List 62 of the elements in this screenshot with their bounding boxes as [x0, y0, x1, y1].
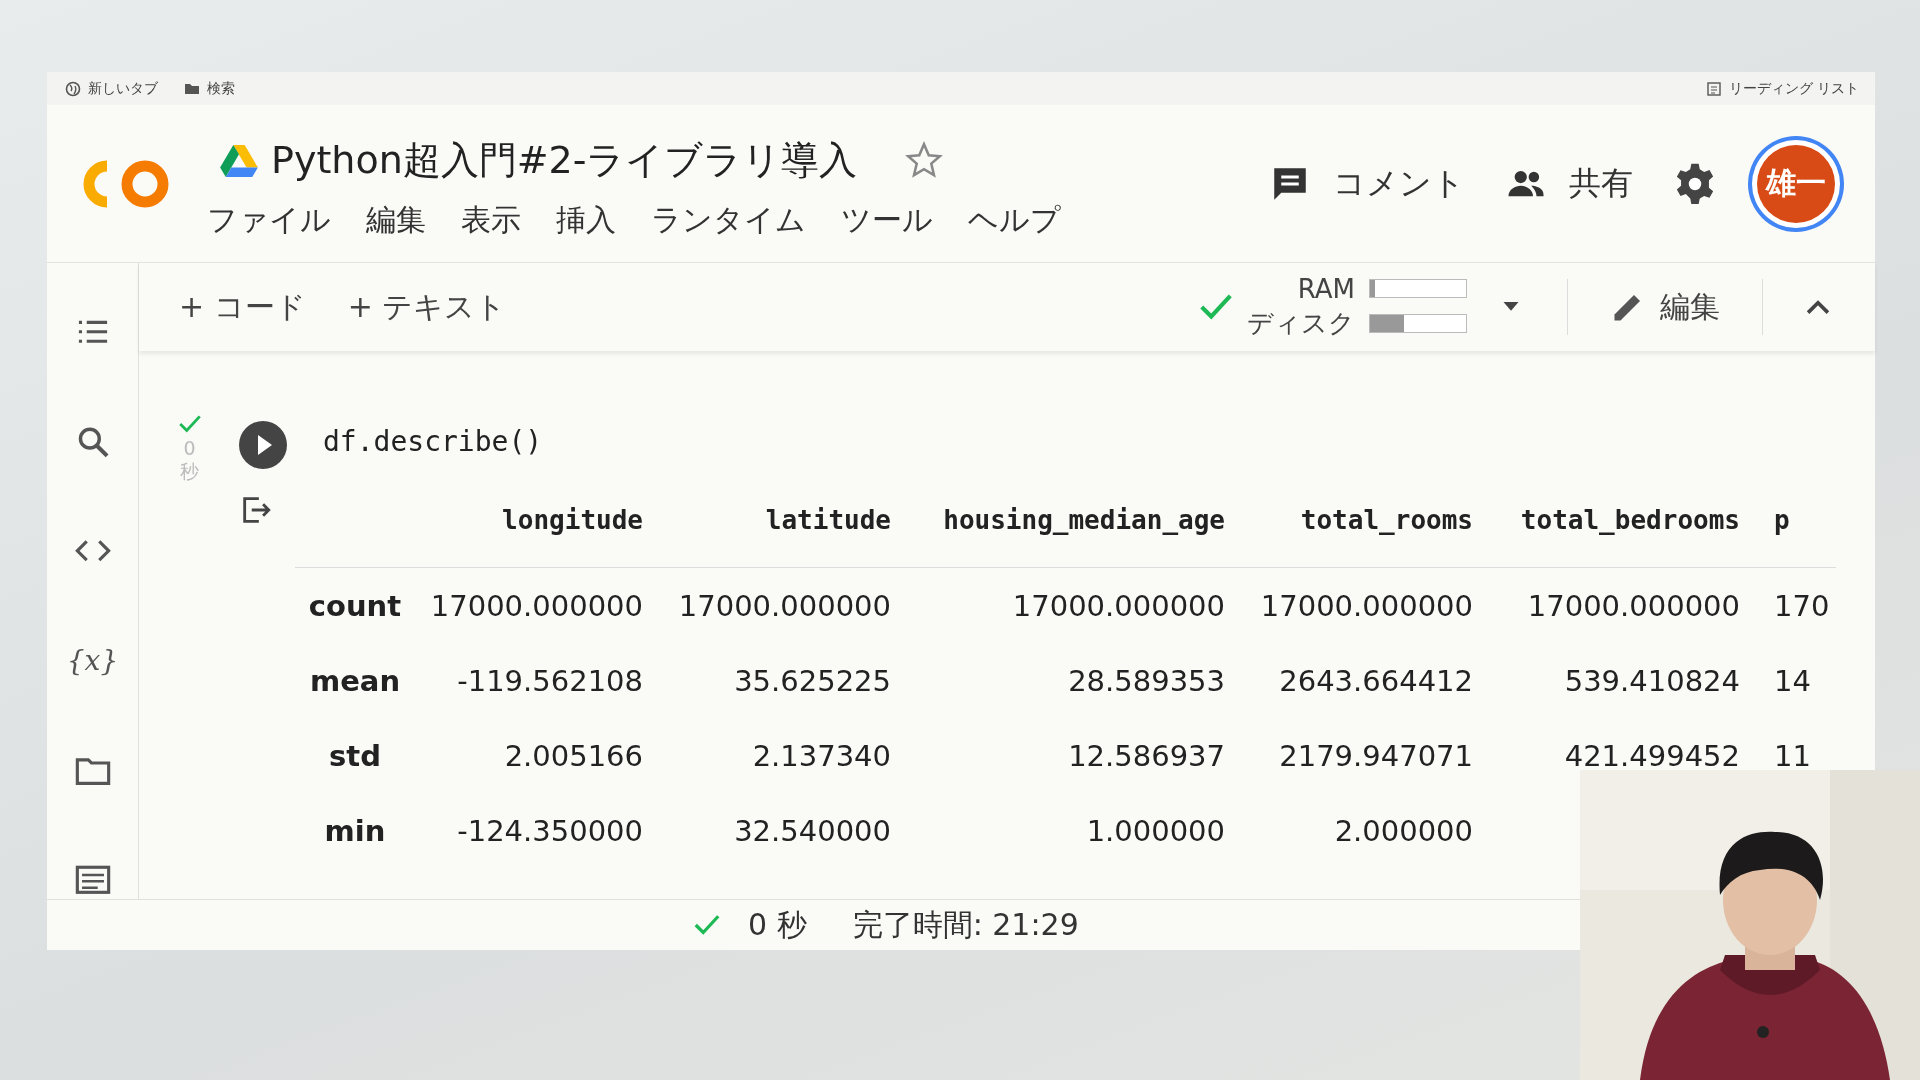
completion-time: 完了時間: 21:29 [852, 905, 1079, 944]
column-header: latitude [764, 505, 891, 535]
column-header: total_bedrooms [1519, 505, 1740, 535]
disk-label: ディスク [1247, 306, 1355, 340]
table-cell-text: 17000.000000 [677, 588, 891, 623]
table-cell-text: 17000.000000 [1526, 588, 1740, 623]
table-cell-text: 2643.664412 [1278, 663, 1473, 698]
globe-icon [65, 80, 81, 97]
table-cell-text: 28.589353 [1067, 663, 1225, 698]
table-cell-text: -119.562108 [456, 663, 643, 698]
row-header: min [323, 813, 387, 848]
table-cell-text: 17000.000000 [1259, 588, 1473, 623]
drive-icon [219, 143, 259, 177]
dropdown-icon[interactable] [1503, 302, 1519, 312]
column-header: longitude [501, 505, 643, 535]
add-text-button[interactable]: + テキスト [337, 286, 517, 328]
reading-list-link[interactable]: リーディング リスト [1705, 79, 1859, 98]
variables-icon[interactable]: {x} [66, 641, 119, 680]
table-cell-text: 32.540000 [733, 813, 891, 848]
menu-item[interactable]: 挿入 [556, 199, 616, 241]
code-line: df.describe() [323, 425, 543, 458]
table-cell-text: 2179.947071 [1278, 738, 1473, 773]
table-cell-text: 17000.000000 [429, 588, 643, 623]
menu-item[interactable]: 表示 [461, 199, 521, 241]
row-header: count [307, 588, 403, 623]
table-cell-text: 539.410824 [1563, 663, 1740, 698]
column-header: total_rooms [1299, 505, 1473, 535]
table-cell-text: 421.499452 [1563, 738, 1740, 773]
star-icon[interactable] [905, 141, 944, 179]
table-cell-text: 1.000000 [1085, 813, 1225, 848]
table-cell-text: 14 [1773, 663, 1812, 698]
menu-item[interactable]: ランタイム [651, 199, 806, 241]
table-cell-text: 2.005166 [503, 738, 643, 773]
add-code-button[interactable]: + コード [169, 286, 316, 328]
share-button[interactable]: 共有 [1505, 161, 1633, 206]
menu-item[interactable]: ツール [841, 199, 933, 241]
elapsed-unit: 秒 [180, 459, 199, 484]
comment-button[interactable]: コメント [1269, 161, 1465, 206]
elapsed-time: 0 [183, 437, 196, 459]
menu-item[interactable]: ヘルプ [968, 199, 1061, 241]
table-cell-text: 35.625225 [733, 663, 891, 698]
menu-item[interactable]: 編集 [366, 199, 426, 241]
table-cell-text: 170 [1773, 588, 1831, 623]
table-cell-text: 2.137340 [751, 738, 891, 773]
bookmark-link[interactable]: 新しいタブ [65, 79, 158, 98]
run-button[interactable] [239, 421, 287, 469]
table-cell-text: -124.350000 [456, 813, 643, 848]
row-header: std [328, 738, 382, 773]
menu-item[interactable]: ファイル [207, 199, 331, 241]
table-cell-text: 17000.000000 [1011, 588, 1225, 623]
ram-label: RAM [1297, 273, 1355, 304]
column-header: p [1773, 505, 1791, 535]
table-cell-text: 11 [1773, 738, 1812, 773]
column-header: housing_median_age [942, 505, 1225, 535]
notebook-title[interactable]: Python超入門#2-ライブラリ導入 [271, 134, 858, 186]
bookmark-link[interactable]: 検索 [184, 79, 235, 98]
edit-button[interactable]: 編集 [1600, 286, 1730, 328]
row-header: mean [308, 663, 402, 698]
reading-list-icon [1705, 80, 1722, 97]
table-cell-text: 12.586937 [1067, 738, 1225, 773]
execution-duration: 0 秒 [748, 905, 807, 944]
table-cell-text: 2.000000 [1333, 813, 1473, 848]
